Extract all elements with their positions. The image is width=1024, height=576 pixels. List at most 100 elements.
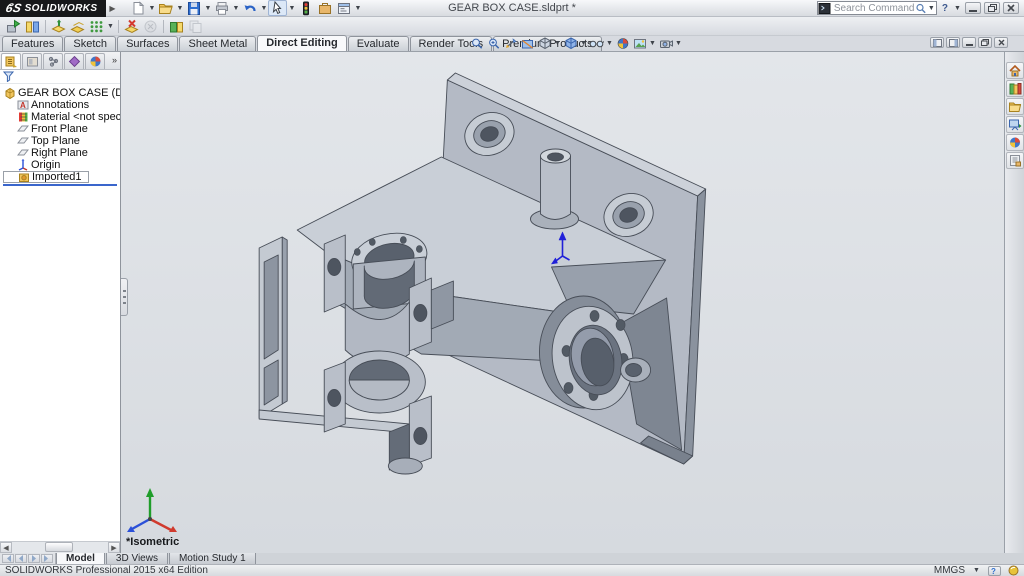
search-scope-icon[interactable] <box>818 3 831 14</box>
tab-sheet-metal[interactable]: Sheet Metal <box>179 36 256 51</box>
tab-features[interactable]: Features <box>2 36 63 51</box>
display-manager-tab-icon[interactable] <box>85 53 105 69</box>
view-settings-icon[interactable] <box>657 36 674 51</box>
view-orientation-dropdown[interactable]: ▼ <box>553 40 562 47</box>
help-icon[interactable]: ? <box>940 3 950 14</box>
section-view-icon[interactable] <box>519 36 536 51</box>
rebuild-stoplight-icon[interactable] <box>296 0 315 16</box>
feature-tree-hscrollbar[interactable]: ◀ ▶ <box>0 541 120 553</box>
undo-icon[interactable] <box>240 0 259 16</box>
tree-item-top-plane[interactable]: Top Plane <box>3 135 120 147</box>
zoom-to-fit-icon[interactable] <box>468 36 485 51</box>
last-tab-button[interactable] <box>41 554 53 563</box>
save-icon[interactable] <box>184 0 203 16</box>
display-style-dropdown[interactable]: ▼ <box>579 40 588 47</box>
file-properties-icon[interactable] <box>315 0 334 16</box>
scroll-thumb[interactable] <box>45 542 74 552</box>
delete-face-icon[interactable] <box>122 18 141 34</box>
scroll-right-arrow[interactable]: ▶ <box>108 542 120 553</box>
select-dropdown[interactable]: ▼ <box>287 5 296 12</box>
undo-dropdown[interactable]: ▼ <box>259 5 268 12</box>
view-orientation-icon[interactable] <box>536 36 553 51</box>
scroll-track[interactable] <box>12 542 108 553</box>
zoom-to-area-icon[interactable] <box>485 36 502 51</box>
tab-3d-views[interactable]: 3D Views <box>106 553 168 564</box>
appearances-icon[interactable] <box>1006 134 1024 151</box>
new-dropdown[interactable]: ▼ <box>147 5 156 12</box>
scroll-left-arrow[interactable]: ◀ <box>0 542 12 553</box>
split-entity-icon[interactable] <box>23 18 42 34</box>
apply-scene-dropdown[interactable]: ▼ <box>648 40 657 47</box>
feature-tree-tab-icon[interactable] <box>1 53 21 69</box>
panel-splitter-handle[interactable] <box>121 278 128 316</box>
tree-item-annotations[interactable]: A Annotations <box>3 99 120 111</box>
search-magnifier-icon[interactable] <box>915 3 927 14</box>
doc-pane-left-icon[interactable] <box>930 37 944 48</box>
doc-minimize-button[interactable] <box>962 37 976 48</box>
display-style-icon[interactable] <box>562 36 579 51</box>
view-palette-icon[interactable] <box>1006 116 1024 133</box>
tab-sketch[interactable]: Sketch <box>64 36 116 51</box>
feature-manager-overflow[interactable]: » <box>112 52 120 69</box>
print-dropdown[interactable]: ▼ <box>231 5 240 12</box>
design-library-icon[interactable] <box>1006 80 1024 97</box>
dimxpert-manager-tab-icon[interactable] <box>64 53 84 69</box>
tab-model[interactable]: Model <box>56 553 105 564</box>
tab-surfaces[interactable]: Surfaces <box>117 36 178 51</box>
linear-pattern-icon[interactable] <box>87 18 106 34</box>
close-button[interactable] <box>1003 2 1019 14</box>
hide-show-dropdown[interactable]: ▼ <box>605 40 614 47</box>
tree-item-imported1[interactable]: Imported1 <box>3 171 89 183</box>
apply-scene-icon[interactable] <box>631 36 648 51</box>
rollback-bar[interactable] <box>3 184 117 186</box>
options-dropdown[interactable]: ▼ <box>353 5 362 12</box>
tree-item-material[interactable]: Material <not specified> <box>3 111 120 123</box>
new-document-icon[interactable] <box>128 0 147 16</box>
gearbox-model-3d[interactable] <box>121 52 1004 553</box>
restore-button[interactable] <box>984 2 1000 14</box>
select-icon[interactable] <box>268 0 287 16</box>
open-icon[interactable] <box>156 0 175 16</box>
copy-body-icon[interactable] <box>186 18 205 34</box>
tab-motion-study-1[interactable]: Motion Study 1 <box>169 553 256 564</box>
configuration-manager-tab-icon[interactable] <box>43 53 63 69</box>
print-icon[interactable] <box>212 0 231 16</box>
tab-evaluate[interactable]: Evaluate <box>348 36 409 51</box>
previous-view-icon[interactable] <box>502 36 519 51</box>
options-window-icon[interactable] <box>334 0 353 16</box>
next-tab-button[interactable] <box>28 554 40 563</box>
view-settings-dropdown[interactable]: ▼ <box>674 40 683 47</box>
hide-show-items-icon[interactable] <box>588 36 605 51</box>
offset-face-icon[interactable] <box>68 18 87 34</box>
search-commands-box[interactable]: Search Commands ▼ <box>817 1 937 15</box>
status-sphere-icon[interactable] <box>1008 565 1019 576</box>
prev-tab-button[interactable] <box>15 554 27 563</box>
file-explorer-icon[interactable] <box>1006 98 1024 115</box>
search-dropdown[interactable]: ▼ <box>927 5 936 12</box>
property-manager-tab-icon[interactable] <box>22 53 42 69</box>
pattern-dropdown[interactable]: ▼ <box>106 23 115 30</box>
units-selector[interactable]: MMGS <box>934 565 965 576</box>
doc-pane-right-icon[interactable] <box>946 37 960 48</box>
edit-appearance-icon[interactable] <box>614 36 631 51</box>
quick-tips-icon[interactable]: ? <box>988 566 1001 576</box>
doc-close-button[interactable] <box>994 37 1008 48</box>
doc-restore-button[interactable] <box>978 37 992 48</box>
imported-geometry-icon[interactable] <box>167 18 186 34</box>
move-face-icon[interactable] <box>4 18 23 34</box>
graphics-viewport[interactable]: *Isometric <box>121 52 1004 553</box>
help-dropdown[interactable]: ▼ <box>953 5 962 12</box>
open-dropdown[interactable]: ▼ <box>175 5 184 12</box>
extrude-from-face-icon[interactable] <box>49 18 68 34</box>
tree-root-item[interactable]: GEAR BOX CASE (Default<<De <box>3 87 120 99</box>
tree-item-right-plane[interactable]: Right Plane <box>3 147 120 159</box>
home-icon[interactable] <box>1006 62 1024 79</box>
custom-properties-icon[interactable] <box>1006 152 1024 169</box>
feature-tree-filter[interactable] <box>0 70 120 84</box>
check-entity-icon[interactable] <box>141 18 160 34</box>
tree-item-origin[interactable]: Origin <box>3 159 120 171</box>
first-tab-button[interactable] <box>2 554 14 563</box>
tab-direct-editing[interactable]: Direct Editing <box>257 35 347 51</box>
units-dropdown[interactable]: ▼ <box>972 567 981 574</box>
menu-flyout-arrow[interactable]: ▶ <box>106 4 118 13</box>
